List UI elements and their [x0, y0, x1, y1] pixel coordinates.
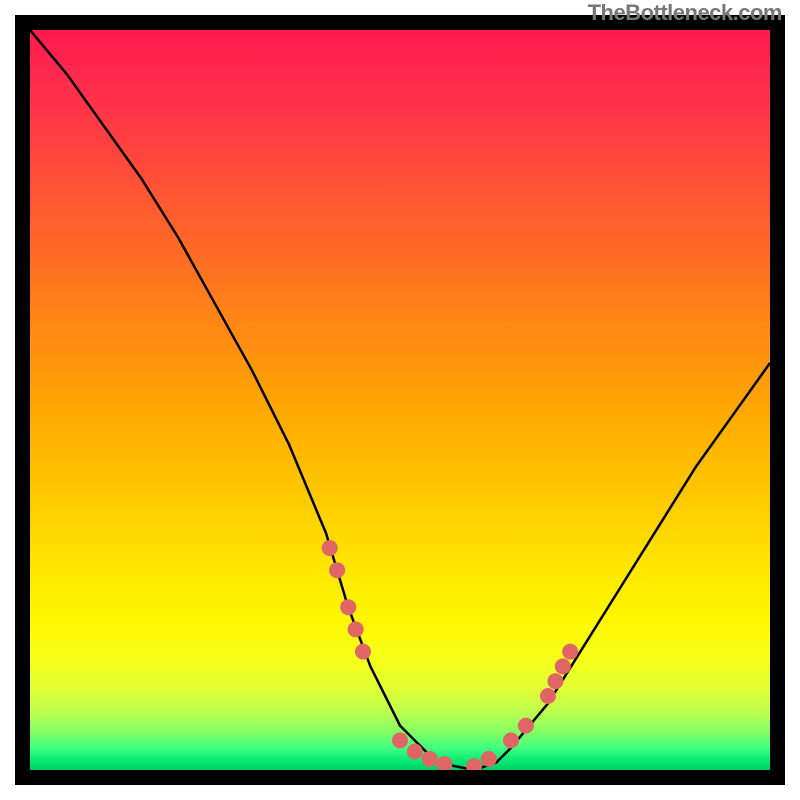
data-point — [407, 744, 423, 760]
main-curve-path — [30, 30, 770, 770]
data-point — [540, 688, 556, 704]
data-point — [547, 673, 563, 689]
data-point — [436, 756, 452, 770]
data-point — [466, 758, 482, 770]
chart-container: TheBottleneck.com — [0, 0, 800, 800]
data-point — [422, 751, 438, 767]
plot-area — [15, 15, 785, 785]
chart-svg — [30, 30, 770, 770]
data-point — [348, 621, 364, 637]
data-point — [329, 562, 345, 578]
data-points-group — [322, 540, 579, 770]
watermark-text: TheBottleneck.com — [588, 0, 782, 26]
data-point — [392, 732, 408, 748]
data-point — [503, 732, 519, 748]
data-point — [562, 644, 578, 660]
data-point — [340, 599, 356, 615]
data-point — [555, 658, 571, 674]
data-point — [518, 718, 534, 734]
data-point — [481, 751, 497, 767]
data-point — [355, 644, 371, 660]
data-point — [322, 540, 338, 556]
